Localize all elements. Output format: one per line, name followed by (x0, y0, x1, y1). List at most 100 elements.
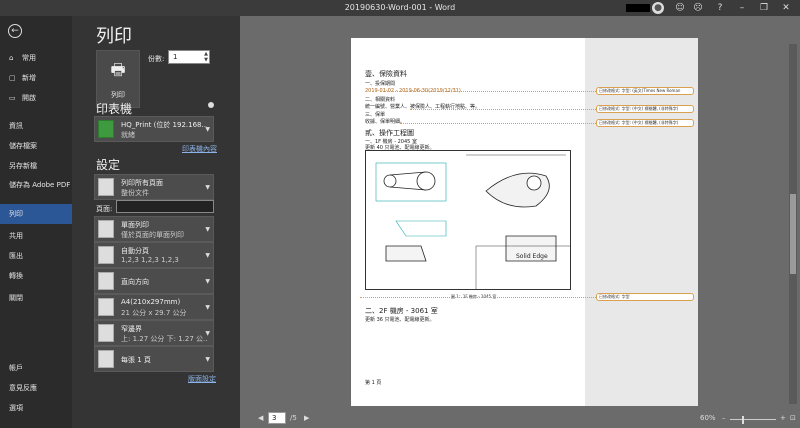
paper-size-icon (98, 298, 114, 316)
fit-page-icon[interactable]: ⊡ (790, 414, 796, 422)
nav-print[interactable]: 列印 (0, 204, 72, 224)
next-page-icon[interactable]: ▶ (304, 414, 309, 422)
printer-name: HQ_Print (位於 192.168.... (121, 121, 207, 129)
settings-heading: 設定 (96, 158, 121, 172)
setting-line2: 整份文件 (121, 189, 149, 197)
home-icon: ⌂ (9, 54, 14, 62)
preview-text: 收據、保單明細。 (365, 119, 406, 125)
revision-balloon: 已修改格式: 字型: (中文) 標楷體, (非特殊字) (596, 119, 694, 127)
setting-line1: 直向方向 (121, 278, 149, 286)
nav-feedback[interactable]: 意見反應 (0, 378, 72, 398)
preview-scrollbar[interactable] (789, 44, 797, 404)
title-bar: 20190630-Word-001 - Word ● ☺ ☹ ? – ❐ ✕ (0, 0, 800, 16)
nav-share[interactable]: 共用 (0, 226, 72, 246)
pages-input[interactable] (116, 200, 214, 213)
page-title: 列印 (96, 26, 132, 47)
copies-input[interactable]: 1 ▲ ▼ (168, 50, 210, 64)
print-range-select[interactable]: 列印所有頁面 整份文件 ▼ (94, 174, 214, 200)
margins-select[interactable]: 窄邊界 上: 1.27 公分 下: 1.27 公... ▼ (94, 320, 214, 346)
setting-line1: 單面列印 (121, 221, 149, 229)
smiley-feedback-icon[interactable]: ☺ (674, 2, 686, 14)
printer-icon: 🖶 (110, 60, 126, 79)
setting-line1: 自動分頁 (121, 247, 149, 255)
nav-save-as[interactable]: 另存新檔 (0, 156, 72, 176)
zoom-out-icon[interactable]: – (722, 414, 726, 422)
chevron-down-icon: ▼ (205, 184, 210, 191)
setting-line1: A4(210x297mm) (121, 298, 181, 306)
comment-connector (400, 123, 596, 124)
preview-text: 二、2F 機房 - 3061 室 (365, 307, 438, 315)
info-icon[interactable] (208, 102, 214, 108)
sides-select[interactable]: 單面列印 僅於頁面的單面列印 ▼ (94, 216, 214, 242)
chevron-down-icon: ▼ (205, 278, 210, 285)
spinner-icon[interactable]: ▲ ▼ (204, 51, 208, 63)
portrait-icon (98, 272, 114, 290)
help-icon[interactable]: ? (714, 2, 726, 14)
scrollbar-thumb[interactable] (790, 194, 796, 274)
engineering-drawing: Solid Edge (365, 150, 571, 290)
printer-properties-link[interactable]: 印表機內容 (182, 144, 217, 154)
backstage-sidebar: ← ⌂ 常用 ▢ 新增 ▭ 開啟 資訊 儲存檔案 另存新檔 儲存為 Adobe PDF… (0, 16, 72, 428)
pages-label: 頁面: (96, 205, 113, 213)
revision-balloon: 已修改格式: 字型: (中文) 標楷體, (非特殊字) (596, 105, 694, 113)
comment-connector (410, 109, 596, 110)
paper-size-select[interactable]: A4(210x297mm) 21 公分 x 29.7 公分 ▼ (94, 294, 214, 320)
close-icon[interactable]: ✕ (780, 2, 792, 14)
printer-ready-icon (98, 120, 114, 138)
preview-page: 壹、保險資料 一、投保期間 2019-01-02 - 2019-06-30(20… (351, 38, 585, 406)
nav-transform[interactable]: 轉換 (0, 266, 72, 286)
zoom-level[interactable]: 60% (700, 414, 716, 422)
printer-status: 就緒 (121, 131, 135, 139)
copies-label: 份數: (148, 55, 165, 63)
chevron-down-icon: ▼ (205, 126, 210, 133)
nav-save-as-pdf[interactable]: 儲存為 Adobe PDF (0, 180, 72, 202)
preview-text: 三、保單 (365, 112, 386, 118)
restore-icon[interactable]: ❐ (758, 2, 770, 14)
new-document-icon: ▢ (9, 74, 16, 82)
setting-line1: 每張 1 頁 (121, 356, 151, 364)
chevron-down-icon: ▼ (205, 226, 210, 233)
nav-home[interactable]: ⌂ 常用 (0, 48, 72, 68)
nav-info[interactable]: 資訊 (0, 116, 72, 136)
user-avatar-icon[interactable]: ● (652, 2, 664, 14)
nav-export[interactable]: 匯出 (0, 246, 72, 266)
preview-text: 貳、操作工程圖 (365, 129, 414, 137)
minimize-icon[interactable]: – (736, 2, 748, 14)
zoom-in-icon[interactable]: + (780, 414, 786, 422)
preview-text: 更新 36 只電池、配電線更新。 (365, 317, 435, 323)
zoom-slider[interactable] (730, 419, 776, 420)
pages-per-sheet-select[interactable]: 每張 1 頁 ▼ (94, 346, 214, 372)
chevron-down-icon: ▼ (205, 304, 210, 311)
pages-per-sheet-icon (98, 350, 114, 368)
pages-icon (98, 178, 114, 196)
frown-feedback-icon[interactable]: ☹ (692, 2, 704, 14)
comment-connector (380, 91, 596, 92)
previous-page-icon[interactable]: ◀ (258, 414, 263, 422)
page-number-input[interactable]: 3 (268, 412, 286, 424)
nav-close[interactable]: 關閉 (0, 288, 72, 308)
margins-icon (98, 324, 114, 342)
printer-heading: 印表機 (96, 102, 133, 116)
setting-line1: 列印所有頁面 (121, 179, 163, 187)
collate-select[interactable]: 自動分頁 1,2,3 1,2,3 1,2,3 ▼ (94, 242, 214, 268)
nav-save[interactable]: 儲存檔案 (0, 136, 72, 156)
orientation-select[interactable]: 直向方向 ▼ (94, 268, 214, 294)
back-arrow-icon[interactable]: ← (8, 24, 22, 38)
folder-open-icon: ▭ (9, 94, 16, 102)
chevron-down-icon: ▼ (205, 252, 210, 259)
preview-text: 一、投保期間 (365, 81, 396, 87)
zoom-slider-thumb[interactable] (742, 416, 744, 424)
setting-line2: 1,2,3 1,2,3 1,2,3 (121, 256, 179, 264)
nav-open[interactable]: ▭ 開啟 (0, 88, 72, 108)
revision-balloon: 已修改格式: 字型: (英文)Times New Roman (596, 87, 694, 95)
printer-select[interactable]: HQ_Print (位於 192.168.... 就緒 ▼ (94, 116, 214, 142)
page-setup-link[interactable]: 版面設定 (188, 374, 216, 384)
nav-options[interactable]: 選項 (0, 398, 72, 418)
nav-new[interactable]: ▢ 新增 (0, 68, 72, 88)
drawing-title: Solid Edge (516, 253, 548, 260)
nav-account[interactable]: 帳戶 (0, 358, 72, 378)
chevron-down-icon: ▼ (205, 330, 210, 337)
one-sided-icon (98, 220, 114, 238)
drawing-svg (375, 154, 571, 289)
setting-line2: 上: 1.27 公分 下: 1.27 公... (121, 335, 207, 343)
